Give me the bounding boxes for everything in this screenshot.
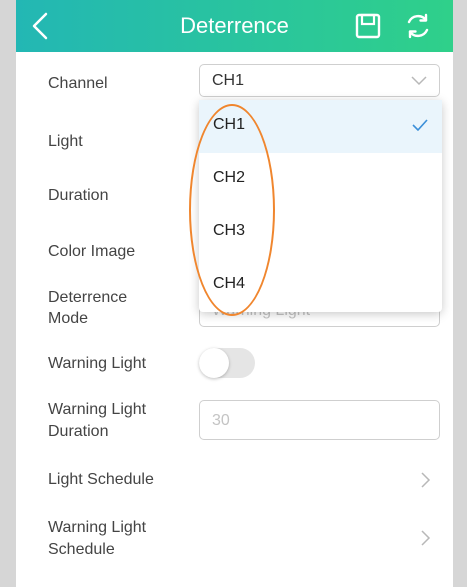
- deterrence-mode-label-line2: Mode: [48, 310, 89, 327]
- channel-select-value: CH1: [212, 72, 245, 89]
- channel-label: Channel: [48, 75, 108, 92]
- warning-light-duration-input[interactable]: 30: [199, 400, 440, 440]
- save-icon[interactable]: [355, 13, 381, 39]
- channel-select[interactable]: CH1: [199, 64, 440, 97]
- light-label: Light: [48, 133, 83, 150]
- refresh-icon[interactable]: [404, 12, 432, 40]
- dropdown-option-ch4[interactable]: CH4: [199, 259, 442, 312]
- header-bar: Deterrence: [16, 0, 453, 52]
- dropdown-option-ch2[interactable]: CH2: [199, 153, 442, 206]
- warning-light-duration-label-line2: Duration: [48, 423, 109, 440]
- warning-light-duration-placeholder: 30: [212, 412, 230, 429]
- checkmark-icon: [412, 119, 428, 131]
- deterrence-mode-label-line1: Deterrence: [48, 289, 128, 306]
- warning-light-label: Warning Light: [48, 355, 147, 372]
- page-title: Deterrence: [180, 13, 289, 38]
- toggle-knob: [199, 348, 229, 378]
- warning-light-toggle[interactable]: [199, 348, 255, 378]
- dropdown-option-label: CH4: [213, 275, 246, 292]
- settings-screen: Deterrence Channel CH1 Light Duration Co…: [16, 0, 453, 587]
- warning-light-schedule-label-line2: Schedule: [48, 541, 115, 558]
- dropdown-option-label: CH3: [213, 222, 246, 239]
- duration-label: Duration: [48, 187, 109, 204]
- warning-light-duration-label-line1: Warning Light: [48, 401, 147, 418]
- light-schedule-label: Light Schedule: [48, 471, 154, 488]
- dropdown-option-label: CH2: [213, 169, 246, 186]
- light-schedule-chevron-icon[interactable]: [421, 472, 431, 488]
- dropdown-option-label: CH1: [213, 116, 246, 133]
- warning-light-schedule-label-line1: Warning Light: [48, 519, 147, 536]
- warning-light-schedule-chevron-icon[interactable]: [421, 530, 431, 546]
- dropdown-option-ch3[interactable]: CH3: [199, 206, 442, 259]
- dropdown-option-ch1[interactable]: CH1: [199, 100, 442, 153]
- color-image-label: Color Image: [48, 243, 136, 260]
- chevron-down-icon: [411, 76, 427, 86]
- channel-dropdown-list: CH1 CH2 CH3 CH4: [199, 100, 442, 312]
